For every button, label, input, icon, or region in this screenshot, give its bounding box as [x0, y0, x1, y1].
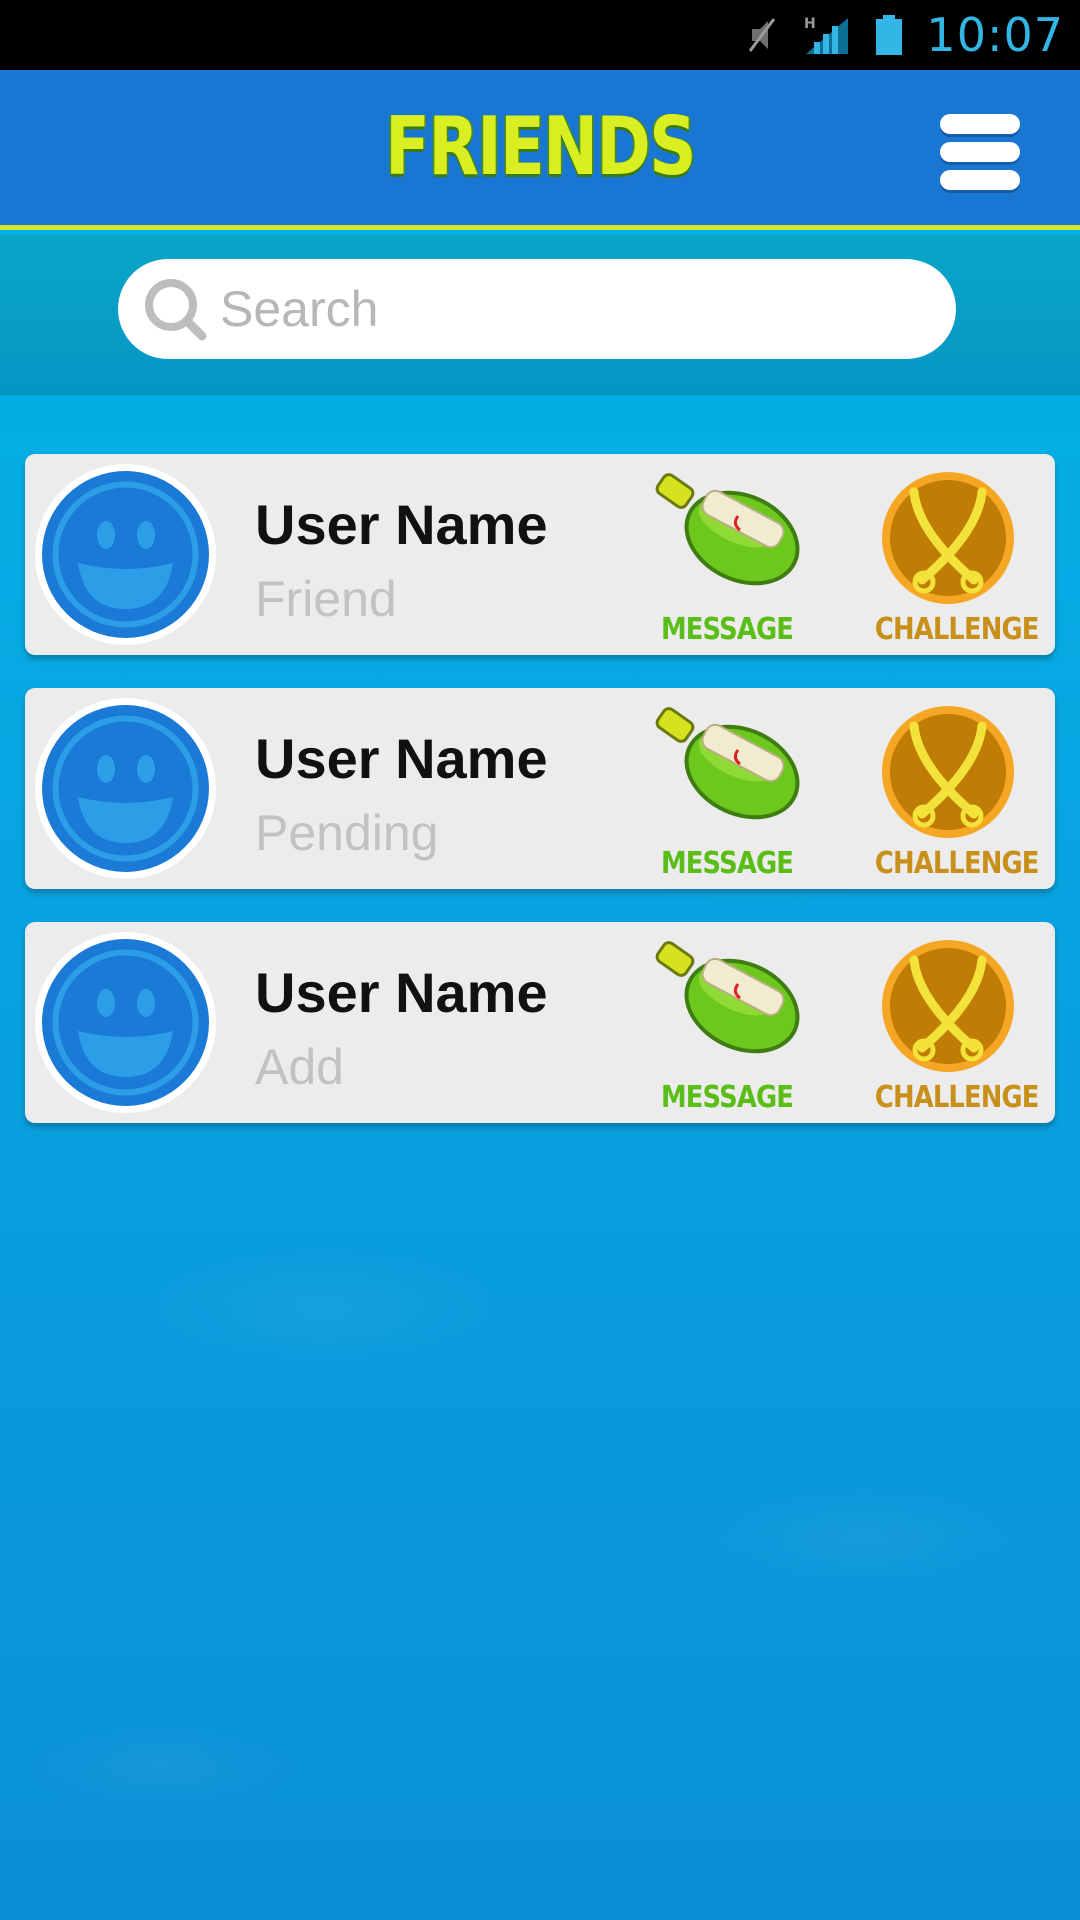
challenge-label: CHALLENGE [874, 1080, 1040, 1115]
message-bottle-icon [655, 473, 800, 586]
search-box[interactable] [118, 259, 956, 359]
friend-card[interactable]: User Name Pending MESSAGE CHALLENGE [25, 688, 1055, 889]
friend-card[interactable]: User Name Friend MESSAGE CHALLENGE [25, 454, 1055, 655]
message-button[interactable]: MESSAGE [647, 472, 807, 647]
crossed-swords-icon [882, 706, 1014, 838]
menu-bar [940, 142, 1020, 162]
challenge-button[interactable]: CHALLENGE [863, 706, 1040, 881]
user-name: User Name [255, 727, 548, 790]
clock: 10:07 [926, 8, 1064, 62]
search-band [0, 235, 1080, 395]
message-bottle-icon [655, 941, 800, 1054]
message-label: MESSAGE [660, 612, 794, 647]
user-status: Friend [255, 571, 397, 627]
search-icon [145, 279, 207, 341]
message-label: MESSAGE [660, 1080, 794, 1115]
user-status: Pending [255, 805, 439, 861]
message-bottle-icon [655, 707, 800, 820]
avatar [35, 464, 216, 645]
smiley-avatar-icon [42, 939, 209, 1106]
smiley-avatar-icon [42, 471, 209, 638]
mute-icon [749, 18, 776, 52]
challenge-button[interactable]: CHALLENGE [863, 472, 1040, 647]
friend-card[interactable]: User Name Add MESSAGE CHALLENGE [25, 922, 1055, 1123]
crossed-swords-icon [882, 940, 1014, 1072]
svg-text:H: H [804, 16, 816, 32]
menu-bar [940, 170, 1020, 190]
avatar [35, 698, 216, 879]
challenge-label: CHALLENGE [874, 846, 1040, 881]
signal-h-icon: H [804, 16, 849, 54]
friend-list: User Name Friend MESSAGE CHALLENGE User … [25, 454, 1055, 1156]
crossed-swords-icon [882, 472, 1014, 604]
message-button[interactable]: MESSAGE [647, 706, 807, 881]
user-status: Add [255, 1039, 344, 1095]
user-name: User Name [255, 493, 548, 556]
message-button[interactable]: MESSAGE [647, 940, 807, 1115]
battery-icon [876, 15, 903, 55]
user-name: User Name [255, 961, 548, 1024]
challenge-button[interactable]: CHALLENGE [863, 940, 1040, 1115]
avatar [35, 932, 216, 1113]
search-input[interactable] [220, 280, 920, 338]
challenge-label: CHALLENGE [874, 612, 1040, 647]
menu-bar [940, 114, 1020, 134]
message-label: MESSAGE [660, 846, 794, 881]
status-bar: H 10:07 [0, 0, 1080, 70]
smiley-avatar-icon [42, 705, 209, 872]
app-header: FRIENDS [0, 70, 1080, 230]
page-title: FRIENDS [385, 100, 696, 193]
hamburger-menu-icon[interactable] [940, 114, 1020, 190]
